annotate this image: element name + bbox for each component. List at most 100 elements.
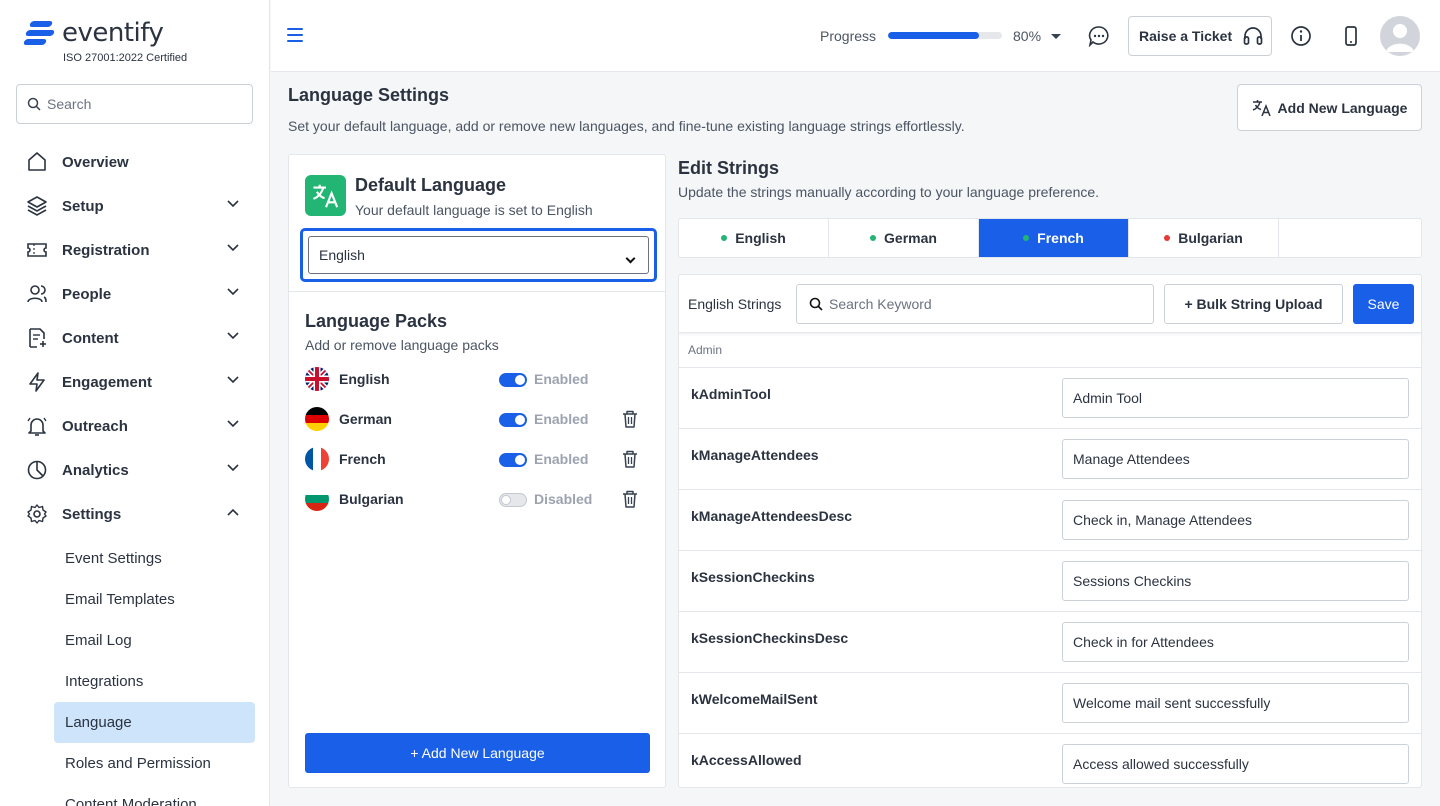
avatar[interactable] xyxy=(1380,16,1420,56)
sidebar-subitem-event-settings[interactable]: Event Settings xyxy=(0,538,269,579)
progress-percent: 80% xyxy=(1013,28,1042,44)
gear-icon xyxy=(26,503,48,525)
sidebar-item-analytics[interactable]: Analytics xyxy=(0,448,269,492)
language-pack-name: English xyxy=(339,371,390,387)
sidebar-subitem-email-log[interactable]: Email Log xyxy=(0,620,269,661)
language-packs-title: Language Packs xyxy=(305,311,448,331)
search-icon xyxy=(27,97,41,111)
string-value-input[interactable] xyxy=(1062,378,1409,418)
language-pack-toggle[interactable] xyxy=(499,413,527,427)
pie-chart-icon xyxy=(26,459,48,481)
language-pack-toggle[interactable] xyxy=(499,373,527,387)
sidebar-subitem-email-templates[interactable]: Email Templates xyxy=(0,579,269,620)
sidebar-item-content[interactable]: Content xyxy=(0,316,269,360)
language-pack-bulgarian: Bulgarian Disabled xyxy=(305,485,655,513)
language-pack-toggle[interactable] xyxy=(499,493,527,507)
string-value-input[interactable] xyxy=(1062,500,1409,540)
sidebar-item-label: People xyxy=(62,285,112,303)
sidebar-item-engagement[interactable]: Engagement xyxy=(0,360,269,404)
search-icon xyxy=(809,297,823,311)
sidebar-subitem-integrations[interactable]: Integrations xyxy=(0,661,269,702)
default-language-selected: English xyxy=(319,247,365,263)
default-language-select[interactable]: English xyxy=(308,236,649,274)
headset-icon xyxy=(1243,27,1263,45)
file-plus-icon xyxy=(26,327,48,349)
hamburger-menu-icon[interactable] xyxy=(287,28,303,42)
trash-icon[interactable] xyxy=(621,409,639,429)
string-key: kAccessAllowed xyxy=(691,752,802,768)
raise-ticket-button[interactable]: Raise a Ticket xyxy=(1128,16,1272,56)
chevron-down-icon xyxy=(227,420,239,428)
sidebar-item-settings[interactable]: Settings xyxy=(0,492,269,536)
chevron-down-icon xyxy=(227,200,239,208)
language-pack-status: Disabled xyxy=(534,491,593,507)
certification-label: ISO 27001:2022 Certified xyxy=(63,52,188,64)
table-row: kManageAttendees xyxy=(679,428,1421,489)
chat-icon[interactable] xyxy=(1088,25,1110,47)
bell-icon xyxy=(26,415,48,437)
language-pack-toggle[interactable] xyxy=(499,453,527,467)
status-dot xyxy=(1164,235,1171,241)
string-value-input[interactable] xyxy=(1062,683,1409,723)
sidebar-subitem-language[interactable]: Language xyxy=(54,702,255,743)
language-pack-english: English Enabled xyxy=(305,365,655,393)
trash-icon[interactable] xyxy=(621,489,639,509)
sidebar-item-outreach[interactable]: Outreach xyxy=(0,404,269,448)
sidebar-subitem-roles-permission[interactable]: Roles and Permission xyxy=(0,743,269,784)
sidebar-item-label: Engagement xyxy=(62,373,153,391)
section-label: Admin xyxy=(688,343,723,357)
trash-icon[interactable] xyxy=(621,449,639,469)
home-icon xyxy=(26,151,48,173)
bulgaria-flag-icon xyxy=(305,487,329,511)
sidebar-item-registration[interactable]: Registration xyxy=(0,228,269,272)
mobile-phone-icon[interactable] xyxy=(1340,25,1362,47)
sidebar-item-overview[interactable]: Overview xyxy=(0,140,269,184)
string-value-input[interactable] xyxy=(1062,622,1409,662)
tab-french[interactable]: French xyxy=(979,219,1129,257)
tab-bulgarian[interactable]: Bulgarian xyxy=(1129,219,1279,257)
string-value-input[interactable] xyxy=(1062,561,1409,601)
tab-english[interactable]: English xyxy=(679,219,829,257)
translate-icon xyxy=(1252,99,1271,116)
default-language-title: Default Language xyxy=(355,175,507,195)
info-icon[interactable] xyxy=(1290,25,1312,47)
sidebar-search-input[interactable] xyxy=(47,96,237,112)
topbar: Progress 80% Raise a Ticket xyxy=(271,0,1440,72)
bulk-string-upload-button[interactable]: + Bulk String Upload xyxy=(1164,284,1343,324)
string-key: kSessionCheckins xyxy=(691,569,815,585)
translate-icon xyxy=(305,175,346,216)
default-language-panel: Default Language Your default language i… xyxy=(288,154,666,788)
page-description: Set your default language, add or remove… xyxy=(288,118,965,134)
language-pack-name: German xyxy=(339,411,392,427)
add-new-language-button[interactable]: Add New Language xyxy=(1237,84,1422,131)
eventify-logo-icon xyxy=(22,19,56,47)
string-value-input[interactable] xyxy=(1062,439,1409,479)
add-language-pack-button[interactable]: + Add New Language xyxy=(305,733,650,773)
sidebar-search[interactable] xyxy=(16,84,253,124)
language-pack-name: Bulgarian xyxy=(339,491,404,507)
language-tabs: English German French Bulgarian xyxy=(678,218,1422,258)
layers-icon xyxy=(26,195,48,217)
keyword-search[interactable] xyxy=(796,284,1154,324)
germany-flag-icon xyxy=(305,407,329,431)
france-flag-icon xyxy=(305,447,329,471)
tab-label: French xyxy=(1037,230,1084,246)
tab-german[interactable]: German xyxy=(829,219,979,257)
logo[interactable]: eventify xyxy=(22,18,164,48)
progress-bar xyxy=(888,32,1002,39)
sidebar-item-label: Content xyxy=(62,329,119,347)
language-packs-subtitle: Add or remove language packs xyxy=(305,337,499,353)
table-row: kWelcomeMailSent xyxy=(679,672,1421,733)
sidebar-item-setup[interactable]: Setup xyxy=(0,184,269,228)
ticket-icon xyxy=(26,239,48,261)
sidebar-item-people[interactable]: People xyxy=(0,272,269,316)
caret-down-icon[interactable] xyxy=(1051,34,1061,39)
keyword-search-input[interactable] xyxy=(829,296,1149,312)
string-key: kManageAttendeesDesc xyxy=(691,508,853,524)
raise-ticket-label: Raise a Ticket xyxy=(1139,28,1233,44)
string-value-input[interactable] xyxy=(1062,744,1409,784)
sidebar-subitem-content-moderation[interactable]: Content Moderation xyxy=(0,784,269,806)
save-button[interactable]: Save xyxy=(1353,284,1414,324)
string-key: kAdminTool xyxy=(691,386,771,402)
default-language-subtitle: Your default language is set to English xyxy=(355,202,593,218)
